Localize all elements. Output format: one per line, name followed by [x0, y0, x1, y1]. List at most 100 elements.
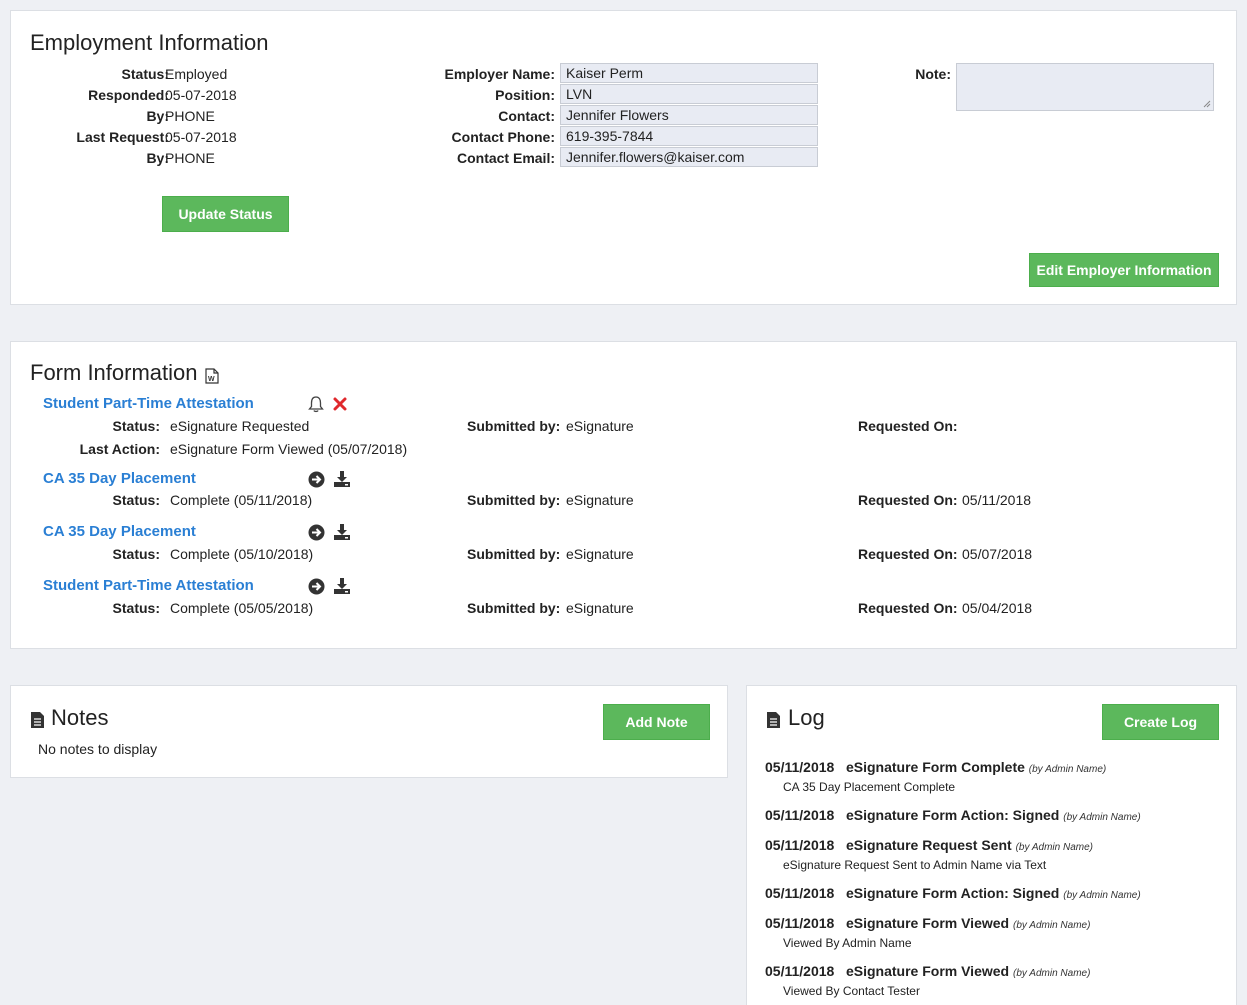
update-status-button[interactable]: Update Status	[162, 196, 289, 232]
log-entry-detail: Viewed By Contact Tester	[783, 984, 920, 998]
document-icon	[30, 711, 45, 729]
create-log-button[interactable]: Create Log	[1102, 704, 1219, 740]
log-entry: 05/11/2018 eSignature Form Action: Signe…	[765, 807, 1141, 823]
form-submitted-value: eSignature	[566, 546, 634, 562]
log-entry: 05/11/2018 eSignature Form Action: Signe…	[765, 885, 1141, 901]
form-status-label: Status:	[112, 546, 160, 562]
form-requested-label: Requested On:	[858, 418, 958, 434]
log-date: 05/11/2018	[765, 807, 835, 823]
log-title: Log	[788, 705, 825, 730]
log-entry-title: eSignature Form Viewed	[845, 915, 1010, 931]
edit-employer-button[interactable]: Edit Employer Information	[1029, 253, 1219, 287]
log-entry-author: (by Admin Name)	[1012, 968, 1091, 979]
last-request-label: Last Request:	[76, 129, 169, 145]
form-submitted-value: eSignature	[566, 418, 634, 434]
log-entry-title: eSignature Form Action: Signed	[845, 807, 1060, 823]
employer-name-field: Kaiser Perm	[560, 63, 818, 83]
log-entry: 05/11/2018 eSignature Form Viewed (by Ad…	[765, 915, 1090, 931]
arrow-right-circle-icon[interactable]	[308, 524, 325, 541]
form-last-action-value: eSignature Form Viewed (05/07/2018)	[170, 441, 408, 457]
form-requested-value: 05/07/2018	[962, 546, 1033, 562]
arrow-right-circle-icon[interactable]	[308, 578, 325, 595]
log-entry-detail: eSignature Request Sent to Admin Name vi…	[783, 858, 1047, 872]
form-title: Form Information	[30, 360, 198, 385]
contact-phone-field: 619-395-7844	[560, 126, 818, 146]
contact-phone-label: Contact Phone:	[451, 129, 555, 145]
form-status-value: Complete (05/10/2018)	[170, 546, 314, 562]
log-entry-author: (by Admin Name)	[1012, 920, 1091, 931]
responded-value: 05-07-2018	[165, 87, 237, 103]
form-requested-label: Requested On:	[858, 492, 958, 508]
form-status-label: Status:	[112, 600, 160, 616]
contact-field: Jennifer Flowers	[560, 105, 818, 125]
form-last-action-label: Last Action:	[79, 441, 160, 457]
contact-email-label: Contact Email:	[456, 150, 555, 166]
log-entry-title: eSignature Request Sent	[845, 837, 1012, 853]
form-status-label: Status:	[112, 492, 160, 508]
form-requested-value: 05/11/2018	[962, 492, 1032, 508]
notes-title: Notes	[51, 705, 109, 730]
log-date: 05/11/2018	[765, 837, 835, 853]
log-entry-detail: Viewed By Admin Name	[783, 936, 912, 950]
form-link-ca35-placement[interactable]: CA 35 Day Placement	[43, 470, 196, 487]
employment-panel: Employment Information Status: Employed …	[10, 10, 1237, 305]
download-icon[interactable]	[333, 577, 351, 595]
form-link-ca35-placement[interactable]: CA 35 Day Placement	[43, 523, 196, 540]
form-panel: Form Information W Student Part-Time Att…	[10, 341, 1237, 649]
log-entry-title: eSignature Form Action: Signed	[845, 885, 1060, 901]
status-value: Employed	[165, 66, 228, 82]
last-request-value: 05-07-2018	[165, 129, 237, 145]
log-date: 05/11/2018	[765, 963, 835, 979]
log-entry-author: (by Admin Name)	[1063, 812, 1141, 823]
log-entry-title: eSignature Form Complete	[845, 759, 1025, 775]
form-submitted-label: Submitted by:	[467, 600, 561, 616]
employment-title: Employment Information	[30, 30, 269, 55]
form-link-student-attestation[interactable]: Student Part-Time Attestation	[43, 577, 254, 594]
by-value: PHONE	[165, 108, 215, 124]
log-entry-author: (by Admin Name)	[1063, 890, 1141, 901]
by-value-2: PHONE	[165, 150, 215, 166]
form-requested-label: Requested On:	[858, 600, 958, 616]
form-submitted-label: Submitted by:	[467, 418, 561, 434]
contact-label: Contact:	[498, 108, 555, 124]
word-document-icon[interactable]: W	[205, 368, 219, 384]
note-label: Note:	[915, 66, 951, 82]
svg-text:W: W	[208, 376, 215, 383]
form-submitted-label: Submitted by:	[467, 546, 561, 562]
form-requested-value: 05/04/2018	[962, 600, 1033, 616]
form-status-value: Complete (05/05/2018)	[170, 600, 314, 616]
log-panel: Log Create Log 05/11/2018 eSignature For…	[746, 685, 1237, 1005]
notes-panel: Notes Add Note No notes to display	[10, 685, 728, 778]
form-status-value: Complete (05/11/2018)	[170, 492, 313, 508]
document-icon	[766, 711, 781, 729]
log-entry: 05/11/2018 eSignature Request Sent (by A…	[765, 837, 1093, 853]
delete-x-icon[interactable]	[332, 396, 348, 412]
notes-empty-text: No notes to display	[38, 741, 158, 757]
log-date: 05/11/2018	[765, 885, 835, 901]
form-status-label: Status:	[112, 418, 160, 434]
form-submitted-label: Submitted by:	[467, 492, 561, 508]
bell-icon[interactable]	[307, 395, 325, 413]
log-date: 05/11/2018	[765, 915, 835, 931]
form-submitted-value: eSignature	[566, 492, 634, 508]
position-label: Position:	[495, 87, 555, 103]
log-entry: 05/11/2018 eSignature Form Complete (by …	[765, 759, 1106, 775]
log-entry-title: eSignature Form Viewed	[845, 963, 1010, 979]
log-entry-author: (by Admin Name)	[1028, 764, 1107, 775]
download-icon[interactable]	[333, 523, 351, 541]
arrow-right-circle-icon[interactable]	[308, 471, 325, 488]
add-note-button[interactable]: Add Note	[603, 704, 710, 740]
download-icon[interactable]	[333, 470, 351, 488]
contact-email-field: Jennifer.flowers@kaiser.com	[560, 147, 818, 167]
log-date: 05/11/2018	[765, 759, 835, 775]
log-entry-detail: CA 35 Day Placement Complete	[783, 780, 956, 794]
note-textarea[interactable]	[956, 63, 1214, 111]
responded-label: Responded:	[88, 87, 169, 103]
form-submitted-value: eSignature	[566, 600, 634, 616]
resize-grip-icon[interactable]	[1203, 100, 1211, 108]
log-entry-author: (by Admin Name)	[1015, 842, 1093, 853]
position-field: LVN	[560, 84, 818, 104]
form-requested-label: Requested On:	[858, 546, 958, 562]
status-label: Status:	[121, 66, 169, 82]
form-link-student-attestation[interactable]: Student Part-Time Attestation	[43, 395, 254, 412]
